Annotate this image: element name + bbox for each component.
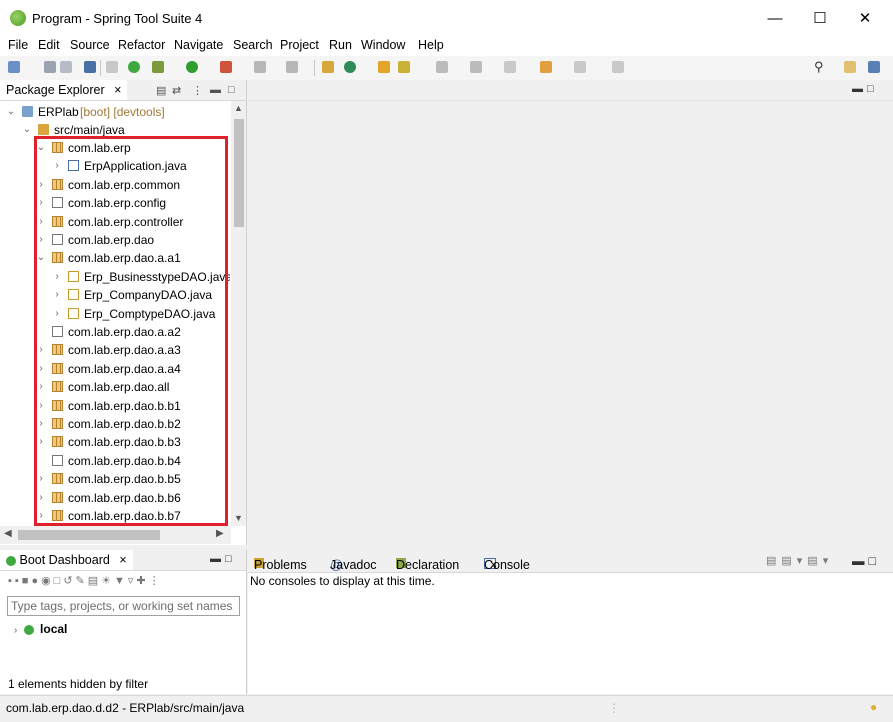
back-icon[interactable]: [540, 61, 552, 73]
open-perspective-icon[interactable]: [844, 61, 856, 73]
boot-dashboard-tabbar: Boot Dashboard × ▬□: [0, 550, 246, 571]
forward-icon[interactable]: [574, 61, 586, 73]
menu-project[interactable]: Project: [280, 38, 319, 52]
title-bar: Program - Spring Tool Suite 4 — ☐ ✕: [0, 0, 893, 36]
menu-source[interactable]: Source: [70, 38, 110, 52]
local-icon: [23, 624, 34, 635]
horizontal-scrollbar[interactable]: ◀ ▶: [0, 526, 231, 544]
menu-search[interactable]: Search: [233, 38, 273, 52]
new-icon[interactable]: [8, 61, 20, 73]
scroll-thumb[interactable]: [234, 119, 244, 227]
scroll-thumb[interactable]: [18, 530, 160, 540]
close-icon[interactable]: ×: [114, 83, 121, 97]
search-icon[interactable]: ⚲: [814, 60, 826, 73]
console-toolbar[interactable]: ▤▤▾▤▾: [766, 554, 833, 567]
console-message: No consoles to display at this time.: [250, 574, 435, 588]
external-tools-icon[interactable]: [220, 61, 232, 73]
boot-run-icon[interactable]: [128, 61, 140, 73]
scroll-left-icon[interactable]: ◀: [4, 528, 12, 539]
scroll-down-icon[interactable]: ▼: [234, 513, 243, 523]
dashboard-filter-input[interactable]: Type tags, projects, or working set name…: [7, 596, 240, 616]
scroll-right-icon[interactable]: ▶: [216, 528, 224, 539]
tip-icon[interactable]: ●: [870, 700, 877, 714]
disconnect-icon[interactable]: [286, 61, 298, 73]
collapse-all-icon[interactable]: ▤: [156, 84, 166, 97]
minimize-view-icon[interactable]: ▬: [210, 84, 221, 96]
menu-file[interactable]: File: [8, 38, 28, 52]
menu-run[interactable]: Run: [329, 38, 352, 52]
chevron-right-icon[interactable]: ›: [14, 625, 17, 636]
new-class-icon[interactable]: [344, 61, 356, 73]
chevron-down-icon[interactable]: ⌄: [6, 103, 16, 121]
terminal-icon[interactable]: [84, 61, 96, 73]
boot-dashboard-view: Boot Dashboard × ▬□ ▪▪■●◉□↺✎▤☀▼▿✚⋮ Type …: [0, 550, 247, 694]
menu-bar: File Edit Source Refactor Navigate Searc…: [0, 36, 893, 56]
pin-editor-icon[interactable]: [612, 61, 624, 73]
status-text: com.lab.erp.dao.d.d2 - ERPlab/src/main/j…: [6, 701, 245, 715]
stop-icon[interactable]: [254, 61, 266, 73]
new-package-icon[interactable]: [322, 61, 334, 73]
menu-navigate[interactable]: Navigate: [174, 38, 223, 52]
last-edit-icon[interactable]: [504, 61, 516, 73]
console-tabbar: Problems @ Javadoc Declaration Console × ▤…: [248, 550, 893, 573]
view-menu-icon[interactable]: ⋮: [192, 84, 203, 97]
menu-refactor[interactable]: Refactor: [118, 38, 165, 52]
editor-minmax-icons[interactable]: ▬□: [852, 83, 878, 95]
close-icon[interactable]: ×: [490, 558, 497, 572]
scroll-up-icon[interactable]: ▲: [234, 103, 243, 113]
tab-package-explorer[interactable]: Package Explorer ×: [0, 80, 128, 100]
run-icon[interactable]: [186, 61, 198, 73]
package-explorer-tabbar: Package Explorer × ▤ ⇄ ⋮ ▬ □: [0, 80, 246, 101]
source-folder-icon: [38, 124, 49, 135]
tree-local[interactable]: › local: [14, 622, 67, 636]
minimize-button[interactable]: —: [752, 6, 798, 32]
vertical-scrollbar[interactable]: ▲ ▼: [231, 101, 246, 526]
status-bar: com.lab.erp.dao.d.d2 - ERPlab/src/main/j…: [0, 695, 893, 722]
link-editor-icon[interactable]: ⇄: [172, 84, 181, 97]
spring-boot-icon: [6, 555, 16, 566]
tab-boot-dashboard[interactable]: Boot Dashboard ×: [0, 550, 133, 570]
status-divider: ⋮: [608, 701, 620, 715]
project-icon: [22, 106, 33, 117]
prev-annotation-icon[interactable]: [470, 61, 482, 73]
menu-edit[interactable]: Edit: [38, 38, 60, 52]
hidden-filter-note: 1 elements hidden by filter: [8, 677, 149, 691]
view-minmax-icons[interactable]: ▬□: [210, 553, 236, 565]
maximize-view-icon[interactable]: □: [228, 84, 235, 96]
dashboard-toolbar[interactable]: ▪▪■●◉□↺✎▤☀▼▿✚⋮: [8, 574, 163, 590]
chevron-down-icon[interactable]: ⌄: [22, 121, 32, 139]
main-toolbar: ⚲: [0, 56, 893, 80]
editor-tabbar: ▬□: [248, 80, 893, 101]
highlight-box: [34, 136, 228, 526]
window-title: Program - Spring Tool Suite 4: [32, 11, 203, 26]
java-perspective-icon[interactable]: [868, 61, 880, 73]
skip-breakpoints-icon[interactable]: [106, 61, 118, 73]
save-all-icon[interactable]: [60, 61, 72, 73]
console-minmax-icons[interactable]: ▬□: [852, 554, 880, 568]
open-task-icon[interactable]: [398, 61, 410, 73]
console-view: Problems @ Javadoc Declaration Console × ▤…: [248, 550, 893, 694]
close-icon[interactable]: ×: [119, 553, 126, 567]
maximize-button[interactable]: ☐: [797, 6, 843, 32]
spring-app-icon: [10, 10, 26, 26]
close-button[interactable]: ✕: [842, 6, 888, 32]
open-type-icon[interactable]: [378, 61, 390, 73]
menu-help[interactable]: Help: [418, 38, 444, 52]
next-annotation-icon[interactable]: [436, 61, 448, 73]
menu-window[interactable]: Window: [361, 38, 405, 52]
save-icon[interactable]: [44, 61, 56, 73]
debug-icon[interactable]: [152, 61, 164, 73]
editor-area: ▬□: [248, 80, 893, 545]
